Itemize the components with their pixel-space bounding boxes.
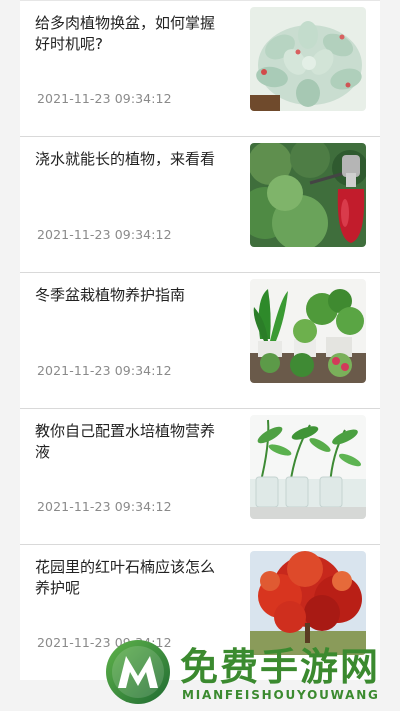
article-card[interactable]: 给多肉植物换盆，如何掌握好时机呢? 2021-11-23 09:34:12: [20, 0, 380, 136]
watermark-en-text: MIANFEISHOUYOUWANG: [182, 688, 380, 702]
site-watermark: 免费手游网 MIANFEISHOUYOUWANG: [100, 630, 400, 711]
article-time: 2021-11-23 09:34:12: [37, 363, 172, 378]
article-thumbnail[interactable]: [250, 415, 366, 519]
succulent-image: [250, 7, 366, 111]
article-title: 冬季盆栽植物养护指南: [35, 286, 186, 304]
article-thumbnail[interactable]: [250, 7, 366, 111]
watermark-cn-text: 免费手游网: [180, 645, 381, 689]
hydroponic-plants-image: [250, 415, 366, 519]
article-time: 2021-11-23 09:34:12: [37, 499, 172, 514]
article-time: 2021-11-23 09:34:12: [37, 91, 172, 106]
watering-sprayer-image: [250, 143, 366, 247]
article-time: 2021-11-23 09:34:12: [37, 227, 172, 242]
article-title: 花园里的红叶石楠应该怎么养护呢: [35, 558, 216, 597]
potted-plants-image: [250, 279, 366, 383]
article-list: 给多肉植物换盆，如何掌握好时机呢? 2021-11-23 09:34:12 浇水…: [20, 0, 380, 680]
screen: 给多肉植物换盆，如何掌握好时机呢? 2021-11-23 09:34:12 浇水…: [0, 0, 400, 711]
article-title: 教你自己配置水培植物营养液: [35, 422, 216, 461]
article-thumbnail[interactable]: [250, 143, 366, 247]
site-logo-icon: [106, 640, 170, 704]
article-title: 给多肉植物换盆，如何掌握好时机呢?: [35, 14, 216, 53]
article-card[interactable]: 教你自己配置水培植物营养液 2021-11-23 09:34:12: [20, 408, 380, 544]
article-card[interactable]: 冬季盆栽植物养护指南 2021-11-23 09:34:12: [20, 272, 380, 408]
article-card[interactable]: 浇水就能长的植物，来看看 2021-11-23 09:34:12: [20, 136, 380, 272]
article-title: 浇水就能长的植物，来看看: [35, 150, 216, 168]
article-thumbnail[interactable]: [250, 279, 366, 383]
